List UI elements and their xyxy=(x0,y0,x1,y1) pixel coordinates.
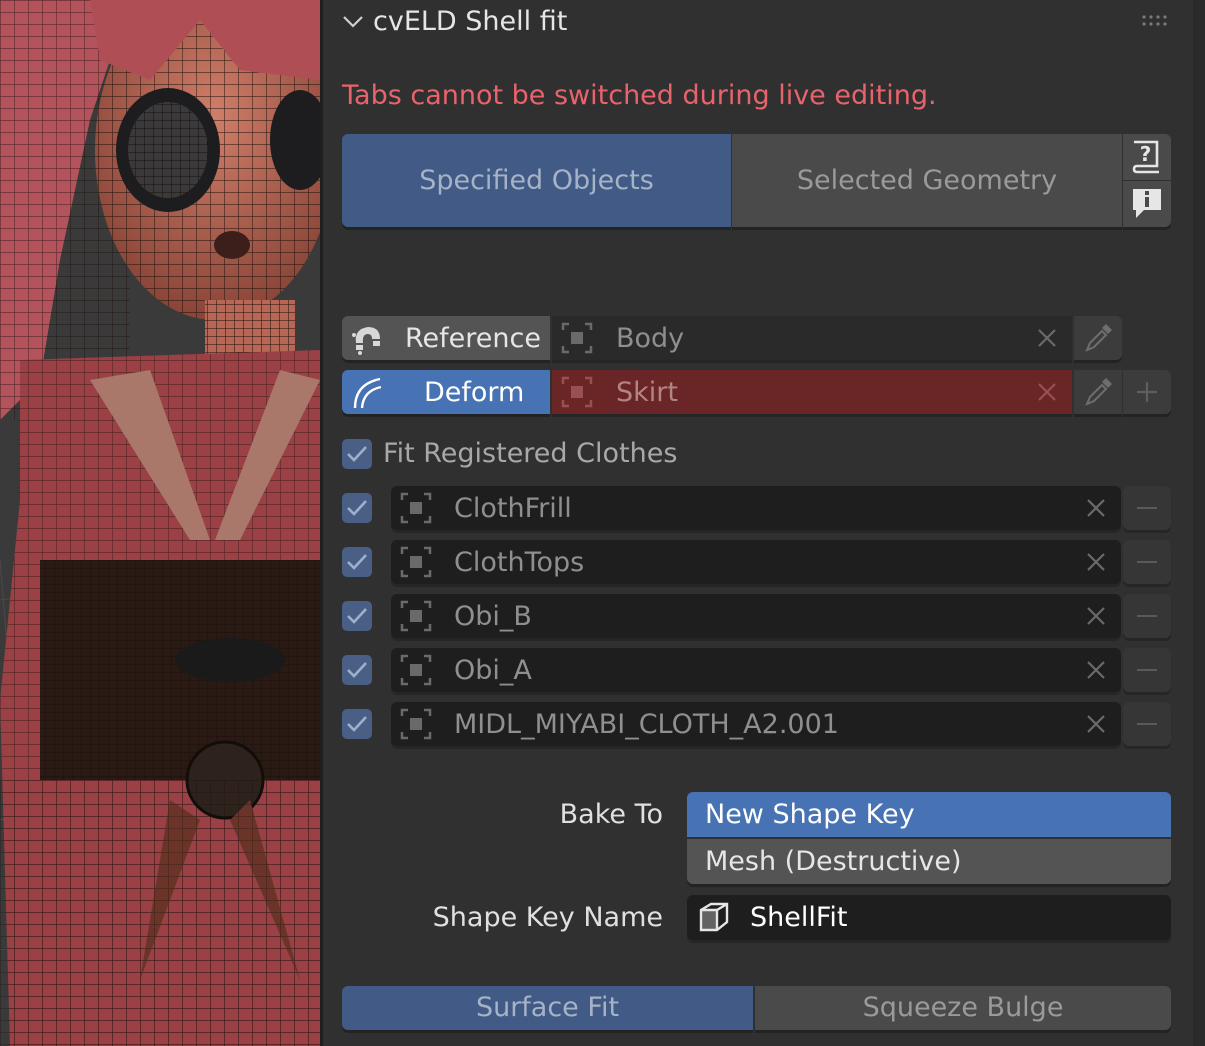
cloth-object-field[interactable]: Obi_A xyxy=(391,648,1121,692)
reference-button[interactable]: Reference xyxy=(342,316,550,360)
cloth-object-field[interactable]: MIDL_MIYABI_CLOTH_A2.001 xyxy=(391,702,1121,746)
plus-icon xyxy=(1137,382,1157,402)
clear-x-icon[interactable] xyxy=(1085,551,1107,573)
tab-label: Surface Fit xyxy=(475,992,620,1023)
shape-key-icon xyxy=(699,902,729,932)
shell-fit-panel: cvELD Shell fit Tabs cannot be switched … xyxy=(323,0,1193,1046)
clear-x-icon[interactable] xyxy=(1085,605,1107,627)
magnet-icon xyxy=(352,327,380,355)
shape-key-name-label: Shape Key Name xyxy=(432,902,663,933)
reference-label: Reference xyxy=(405,323,541,354)
curve-deform-icon xyxy=(353,377,382,409)
chevron-down-icon[interactable] xyxy=(342,14,364,30)
3d-viewport[interactable] xyxy=(0,0,320,1046)
remove-cloth-button[interactable] xyxy=(1123,702,1171,746)
object-icon xyxy=(561,322,593,354)
reference-object-field[interactable]: Body xyxy=(552,316,1072,360)
help-button[interactable]: ? xyxy=(1123,134,1171,180)
cloth-name: MIDL_MIYABI_CLOTH_A2.001 xyxy=(454,709,839,740)
bake-option-new-shape-key[interactable]: New Shape Key xyxy=(687,792,1171,837)
checkmark-icon xyxy=(347,554,367,570)
deform-eyedropper-button[interactable] xyxy=(1074,370,1122,414)
bake-to-label: Bake To xyxy=(559,799,663,830)
tab-squeeze-bulge[interactable]: Squeeze Bulge xyxy=(755,986,1171,1030)
clear-x-icon[interactable] xyxy=(1085,659,1107,681)
cloth-name: ClothFrill xyxy=(454,493,572,524)
cloth-object-field[interactable]: Obi_B xyxy=(391,594,1121,638)
info-bubble-icon xyxy=(1133,189,1161,218)
remove-cloth-button[interactable] xyxy=(1123,486,1171,530)
bake-option-mesh-destructive[interactable]: Mesh (Destructive) xyxy=(687,839,1171,884)
add-deform-button[interactable] xyxy=(1123,370,1171,414)
checkmark-icon xyxy=(347,446,367,462)
shape-key-name-field[interactable]: ShellFit xyxy=(687,895,1171,940)
character-wireframe-render xyxy=(0,0,320,1046)
object-icon xyxy=(400,708,432,740)
reference-eyedropper-button[interactable] xyxy=(1074,316,1122,360)
reference-object-name: Body xyxy=(616,323,685,354)
checkmark-icon xyxy=(347,500,367,516)
tab-label: Squeeze Bulge xyxy=(862,992,1064,1023)
tab-surface-fit[interactable]: Surface Fit xyxy=(342,986,753,1030)
remove-cloth-button[interactable] xyxy=(1123,540,1171,584)
fit-registered-label[interactable]: Fit Registered Clothes xyxy=(383,440,677,467)
drag-handle-icon[interactable] xyxy=(1141,14,1171,28)
cloth-checkbox[interactable] xyxy=(342,601,372,631)
checkmark-icon xyxy=(347,716,367,732)
tab-selected-geometry[interactable]: Selected Geometry xyxy=(732,134,1122,227)
option-label: New Shape Key xyxy=(705,799,915,830)
remove-cloth-button[interactable] xyxy=(1123,648,1171,692)
option-label: Mesh (Destructive) xyxy=(705,846,962,877)
live-editing-warning: Tabs cannot be switched during live edit… xyxy=(342,80,937,111)
object-icon xyxy=(400,546,432,578)
shape-key-name-value: ShellFit xyxy=(750,902,848,933)
cloth-name: ClothTops xyxy=(454,547,585,578)
object-icon xyxy=(400,654,432,686)
deform-object-field[interactable]: Skirt xyxy=(552,370,1072,414)
panel-scrollbar[interactable] xyxy=(1193,0,1205,1046)
tab-label: Selected Geometry xyxy=(796,165,1058,196)
info-button[interactable] xyxy=(1123,181,1171,227)
cloth-checkbox[interactable] xyxy=(342,655,372,685)
object-icon xyxy=(400,600,432,632)
cloth-checkbox[interactable] xyxy=(342,709,372,739)
svg-text:?: ? xyxy=(1140,142,1152,166)
deform-label: Deform xyxy=(424,377,525,408)
eyedropper-icon xyxy=(1085,324,1112,352)
eyedropper-icon xyxy=(1085,378,1112,406)
cloth-object-field[interactable]: ClothTops xyxy=(391,540,1121,584)
cloth-object-field[interactable]: ClothFrill xyxy=(391,486,1121,530)
deform-button[interactable]: Deform xyxy=(342,370,550,414)
cloth-checkbox[interactable] xyxy=(342,547,372,577)
cloth-name: Obi_B xyxy=(454,601,532,632)
checkmark-icon xyxy=(347,608,367,624)
panel-title[interactable]: cvELD Shell fit xyxy=(373,8,567,35)
clear-x-icon[interactable] xyxy=(1085,497,1107,519)
checkmark-icon xyxy=(347,662,367,678)
object-icon xyxy=(561,376,593,408)
deform-object-name: Skirt xyxy=(616,377,678,408)
clear-x-icon[interactable] xyxy=(1036,327,1058,349)
tab-label: Specified Objects xyxy=(419,165,654,196)
clear-x-icon[interactable] xyxy=(1036,381,1058,403)
tab-specified-objects[interactable]: Specified Objects xyxy=(342,134,731,227)
clear-x-icon[interactable] xyxy=(1085,713,1107,735)
cloth-checkbox[interactable] xyxy=(342,493,372,523)
fit-registered-checkbox[interactable] xyxy=(342,439,372,469)
object-icon xyxy=(400,492,432,524)
help-book-icon: ? xyxy=(1132,140,1159,174)
cloth-name: Obi_A xyxy=(454,655,532,686)
remove-cloth-button[interactable] xyxy=(1123,594,1171,638)
